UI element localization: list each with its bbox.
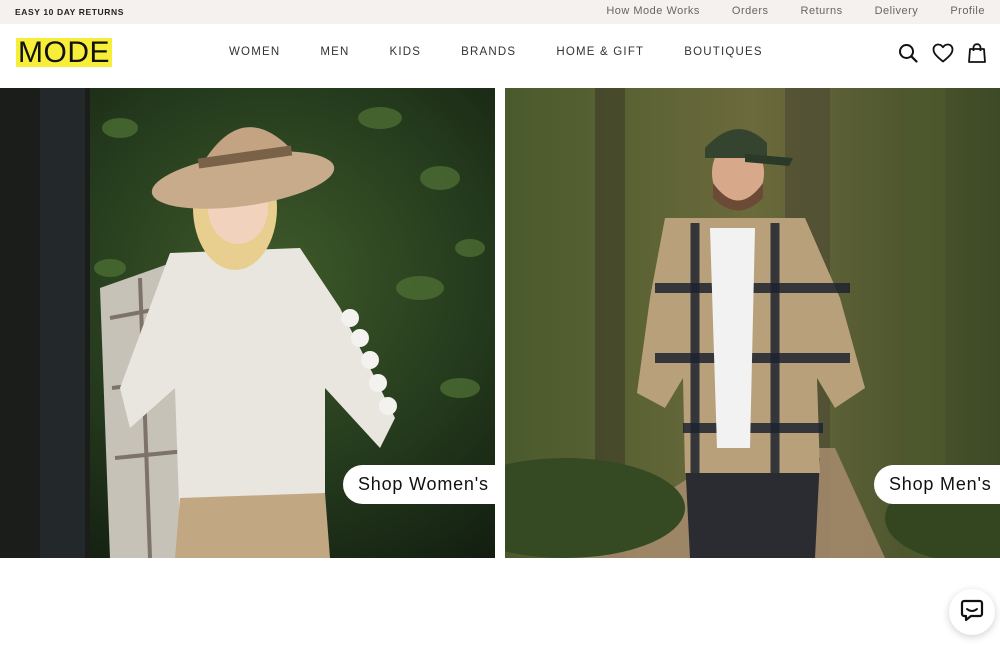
- link-orders[interactable]: Orders: [732, 5, 769, 17]
- heart-icon[interactable]: [932, 43, 954, 63]
- link-profile[interactable]: Profile: [950, 5, 985, 17]
- shop-mens-label: Shop Men's: [889, 474, 992, 494]
- link-how-mode-works[interactable]: How Mode Works: [606, 5, 700, 17]
- shop-womens-button[interactable]: Shop Women's: [343, 465, 495, 504]
- returns-promo: EASY 10 DAY RETURNS: [15, 7, 125, 17]
- nav-brands[interactable]: BRANDS: [461, 46, 516, 58]
- link-returns[interactable]: Returns: [801, 5, 843, 17]
- nav-kids[interactable]: KIDS: [390, 46, 422, 58]
- nav-home-gift[interactable]: HOME & GIFT: [556, 46, 644, 58]
- chat-widget-button[interactable]: [949, 589, 995, 635]
- nav-boutiques[interactable]: BOUTIQUES: [684, 46, 763, 58]
- utility-bar: EASY 10 DAY RETURNS How Mode Works Order…: [0, 0, 1000, 24]
- link-delivery[interactable]: Delivery: [875, 5, 919, 17]
- hero-women-image[interactable]: Shop Women's: [0, 88, 495, 558]
- utility-links: How Mode Works Orders Returns Delivery P…: [606, 5, 985, 17]
- bag-icon[interactable]: [968, 43, 986, 63]
- search-icon[interactable]: [898, 43, 918, 63]
- nav-men[interactable]: MEN: [320, 46, 349, 58]
- nav-women[interactable]: WOMEN: [229, 46, 280, 58]
- hero-men-image[interactable]: Shop Men's: [505, 88, 1000, 558]
- main-nav: WOMEN MEN KIDS BRANDS HOME & GIFT BOUTIQ…: [229, 46, 763, 58]
- chat-icon: [960, 598, 984, 627]
- shop-mens-button[interactable]: Shop Men's: [874, 465, 1000, 504]
- logo[interactable]: MODE: [16, 36, 112, 69]
- header-icons: [898, 43, 986, 63]
- site-header: MODE WOMEN MEN KIDS BRANDS HOME & GIFT B…: [0, 24, 1000, 88]
- logo-text: MODE: [18, 36, 110, 69]
- shop-womens-label: Shop Women's: [358, 474, 489, 494]
